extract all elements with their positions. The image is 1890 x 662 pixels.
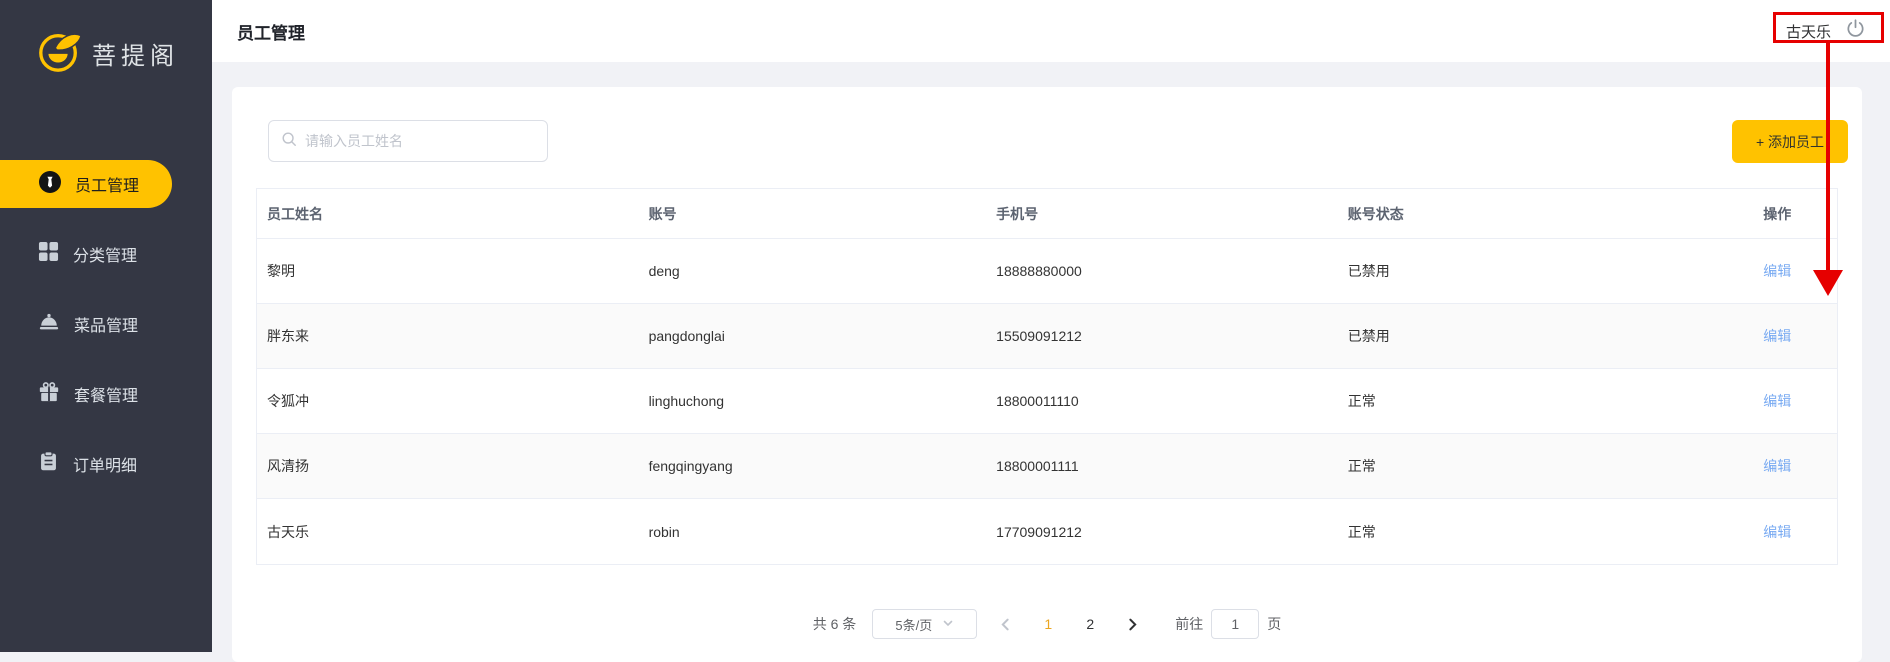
cell-name: 古天乐 [267, 523, 309, 540]
column-header-phone: 手机号 [996, 205, 1039, 222]
sidebar-item-category[interactable]: 分类管理 [0, 219, 212, 289]
order-clipboard-icon [38, 451, 59, 477]
main-area: 员工管理 古天乐 请输入员工姓名 + 添加员工 员工姓名 账号 手机号 账号状态… [212, 0, 1890, 662]
cell-name: 黎明 [267, 263, 295, 279]
goto-label: 前往 [1175, 616, 1204, 632]
category-grid-icon [38, 241, 59, 267]
sidebar-item-label: 套餐管理 [74, 388, 139, 405]
user-area: 古天乐 [1786, 18, 1870, 44]
chevron-down-icon [942, 617, 954, 632]
edit-link[interactable]: 编辑 [1763, 328, 1791, 344]
cell-phone: 15509091212 [996, 328, 1082, 344]
sidebar-item-label: 员工管理 [75, 178, 140, 195]
sidebar-item-orders[interactable]: 订单明细 [0, 429, 212, 499]
edit-link[interactable]: 编辑 [1763, 458, 1791, 474]
cell-account: fengqingyang [648, 458, 733, 474]
cell-phone: 18800011110 [996, 393, 1079, 409]
search-icon [281, 131, 297, 152]
cell-status: 正常 [1347, 458, 1376, 474]
page-size-label: 5条/页 [895, 617, 933, 633]
add-employee-button[interactable]: + 添加员工 [1732, 120, 1848, 163]
employee-icon [38, 170, 62, 199]
sidebar-item-label: 菜品管理 [74, 318, 139, 335]
page-number-1[interactable]: 1 [1034, 616, 1062, 632]
cell-account: pangdonglai [648, 328, 725, 344]
edit-link[interactable]: 编辑 [1763, 393, 1791, 409]
sidebar-item-label: 分类管理 [73, 248, 138, 265]
sidebar-item-label: 订单明细 [73, 458, 138, 475]
table-row: 风清扬 fengqingyang 18800001111 正常 编辑 [257, 434, 1837, 499]
column-header-name: 员工姓名 [267, 205, 323, 222]
table-row: 黎明 deng 18888880000 已禁用 编辑 [257, 239, 1837, 304]
logo-leaf-cup-icon [36, 28, 82, 79]
sidebar-item-combo[interactable]: 套餐管理 [0, 359, 212, 429]
toolbar: + 添加员工 [256, 87, 1848, 188]
content-card: + 添加员工 员工姓名 账号 手机号 账号状态 操作 黎明 deng 18888… [232, 87, 1862, 662]
pagination: 共 6 条 5条/页 1 2 前往 1 页 [256, 609, 1838, 639]
goto-suffix: 页 [1267, 616, 1282, 632]
edit-link[interactable]: 编辑 [1763, 524, 1791, 540]
sidebar-item-dish[interactable]: 菜品管理 [0, 289, 212, 359]
cell-status: 已禁用 [1347, 328, 1390, 344]
edit-link[interactable]: 编辑 [1763, 263, 1791, 279]
sidebar-item-employee[interactable]: 员工管理 [0, 149, 212, 219]
table-row: 令狐冲 linghuchong 18800011110 正常 编辑 [257, 369, 1837, 434]
user-name: 古天乐 [1785, 23, 1831, 41]
sidebar-menu: 员工管理 分类管理 菜品管理 套餐管理 订单明细 [0, 149, 212, 499]
employee-table: 员工姓名 账号 手机号 账号状态 操作 黎明 deng 18888880000 … [256, 188, 1838, 565]
sidebar: 菩提阁 员工管理 分类管理 菜品管理 套餐管理 订单明细 [0, 0, 212, 652]
power-icon[interactable] [1845, 18, 1866, 44]
cell-status: 正常 [1347, 393, 1376, 409]
app-window: 菩提阁 员工管理 分类管理 菜品管理 套餐管理 订单明细 员工管理 古天乐 请输… [0, 0, 1890, 662]
column-header-account: 账号 [648, 205, 677, 222]
table-header-row: 员工姓名 账号 手机号 账号状态 操作 [257, 189, 1837, 239]
cell-account: robin [648, 523, 680, 540]
dish-icon [38, 311, 60, 338]
column-header-status: 账号状态 [1347, 205, 1404, 222]
topbar: 员工管理 古天乐 [212, 0, 1890, 62]
cell-phone: 18800001111 [996, 458, 1079, 474]
cell-status: 正常 [1347, 523, 1376, 540]
cell-status: 已禁用 [1347, 263, 1390, 279]
search-input[interactable] [305, 133, 535, 149]
logo: 菩提阁 [0, 0, 212, 149]
cell-account: deng [648, 263, 680, 279]
cell-phone: 17709091212 [996, 523, 1082, 540]
goto-page-input[interactable] [1211, 609, 1260, 639]
combo-gift-icon [38, 381, 60, 408]
logo-text: 菩提阁 [92, 43, 179, 70]
goto-page: 前往 页 [1175, 609, 1281, 639]
cell-name: 胖东来 [267, 328, 309, 344]
table-row: 胖东来 pangdonglai 15509091212 已禁用 编辑 [257, 304, 1837, 369]
cell-name: 风清扬 [267, 458, 309, 474]
chevron-right-icon[interactable] [1118, 618, 1147, 631]
cell-name: 令狐冲 [267, 393, 309, 409]
pagination-total: 共 6 条 [812, 616, 857, 632]
column-header-actions: 操作 [1763, 205, 1792, 222]
page-title: 员工管理 [237, 23, 305, 43]
page-number-2[interactable]: 2 [1076, 616, 1104, 632]
cell-account: linghuchong [648, 393, 725, 409]
search-box [268, 120, 548, 162]
cell-phone: 18888880000 [996, 263, 1082, 279]
table-row: 古天乐 robin 17709091212 正常 编辑 [257, 499, 1837, 564]
chevron-left-icon[interactable] [991, 618, 1020, 631]
page-size-select[interactable]: 5条/页 [872, 609, 978, 639]
